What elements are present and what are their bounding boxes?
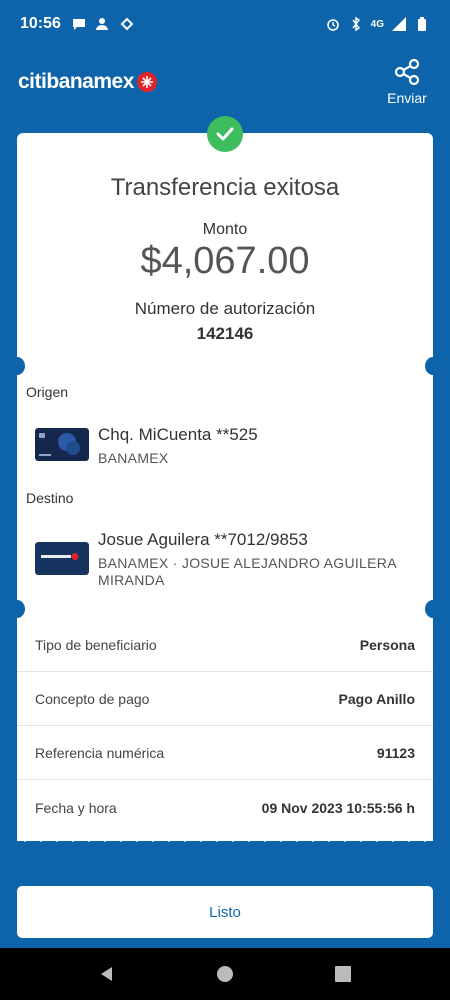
authorization-number: 142146 (196, 324, 254, 343)
done-button[interactable]: Listo (17, 886, 433, 938)
back-icon[interactable] (98, 965, 116, 983)
detail-label: Referencia numérica (35, 744, 165, 761)
card-notch (9, 357, 25, 375)
detail-row-payment-concept: Concepto de pago Pago Anillo (17, 672, 433, 726)
status-time: 10:56 (20, 15, 61, 32)
detail-row-beneficiary-type: Tipo de beneficiario Persona (17, 618, 433, 672)
authorization-label: Número de autorización (134, 299, 316, 318)
destination-bank-card-icon (35, 542, 89, 575)
app-header: citibanamex Enviar (0, 56, 450, 116)
recents-icon[interactable] (334, 965, 352, 983)
detail-value: Pago Anillo (338, 690, 415, 707)
share-icon (394, 58, 420, 86)
amount-value: $4,067.00 (140, 240, 310, 282)
system-nav-bar (0, 948, 450, 1000)
receipt-title: Transferencia exitosa (110, 174, 340, 201)
origin-bank: BANAMEX (98, 450, 169, 466)
system-icons: 4G (325, 16, 430, 32)
destination-bank-line2: MIRANDA (98, 572, 165, 588)
success-check-icon (207, 116, 243, 152)
card-notch (9, 600, 25, 618)
card-notch (425, 600, 441, 618)
share-label: Enviar (387, 90, 427, 106)
logo-text: citibanamex (18, 70, 134, 93)
origin-account-card-icon (35, 428, 89, 461)
battery-icon (418, 17, 426, 31)
home-icon[interactable] (216, 965, 234, 983)
chevrons-icon (120, 17, 134, 31)
destination-bank-line1: BANAMEX · JOSUE ALEJANDRO AGUILERA (98, 555, 397, 571)
origin-account-name: Chq. MiCuenta **525 (98, 425, 258, 444)
card-notch (425, 357, 441, 375)
destination-section-label: Destino (26, 490, 74, 506)
notification-icons (71, 16, 135, 32)
status-bar: 10:56 4G (0, 0, 450, 48)
banamex-logo-icon (136, 72, 157, 92)
detail-row-date-time: Fecha y hora 09 Nov 2023 10:55:56 h (17, 781, 433, 835)
detail-row-numeric-reference: Referencia numérica 91123 (17, 726, 433, 780)
chat-bubble-icon (72, 19, 85, 30)
detail-value: Persona (359, 636, 415, 653)
signal-icon (392, 17, 406, 31)
detail-value: 09 Nov 2023 10:55:56 h (261, 800, 415, 816)
destination-account-name: Josue Aguilera **7012/9853 (98, 530, 308, 549)
share-button[interactable]: Enviar (382, 58, 432, 106)
bluetooth-icon (352, 16, 360, 32)
detail-label: Tipo de beneficiario (35, 636, 157, 653)
origin-section-label: Origen (26, 384, 69, 400)
brand-logo: citibanamex (18, 70, 158, 94)
detail-value: 91123 (376, 744, 415, 761)
amount-label: Monto (202, 221, 248, 238)
detail-label: Concepto de pago (35, 690, 150, 707)
network-type: 4G (370, 18, 384, 30)
detail-label: Fecha y hora (35, 800, 117, 816)
alarm-icon (326, 19, 339, 31)
person-add-icon (95, 18, 108, 30)
